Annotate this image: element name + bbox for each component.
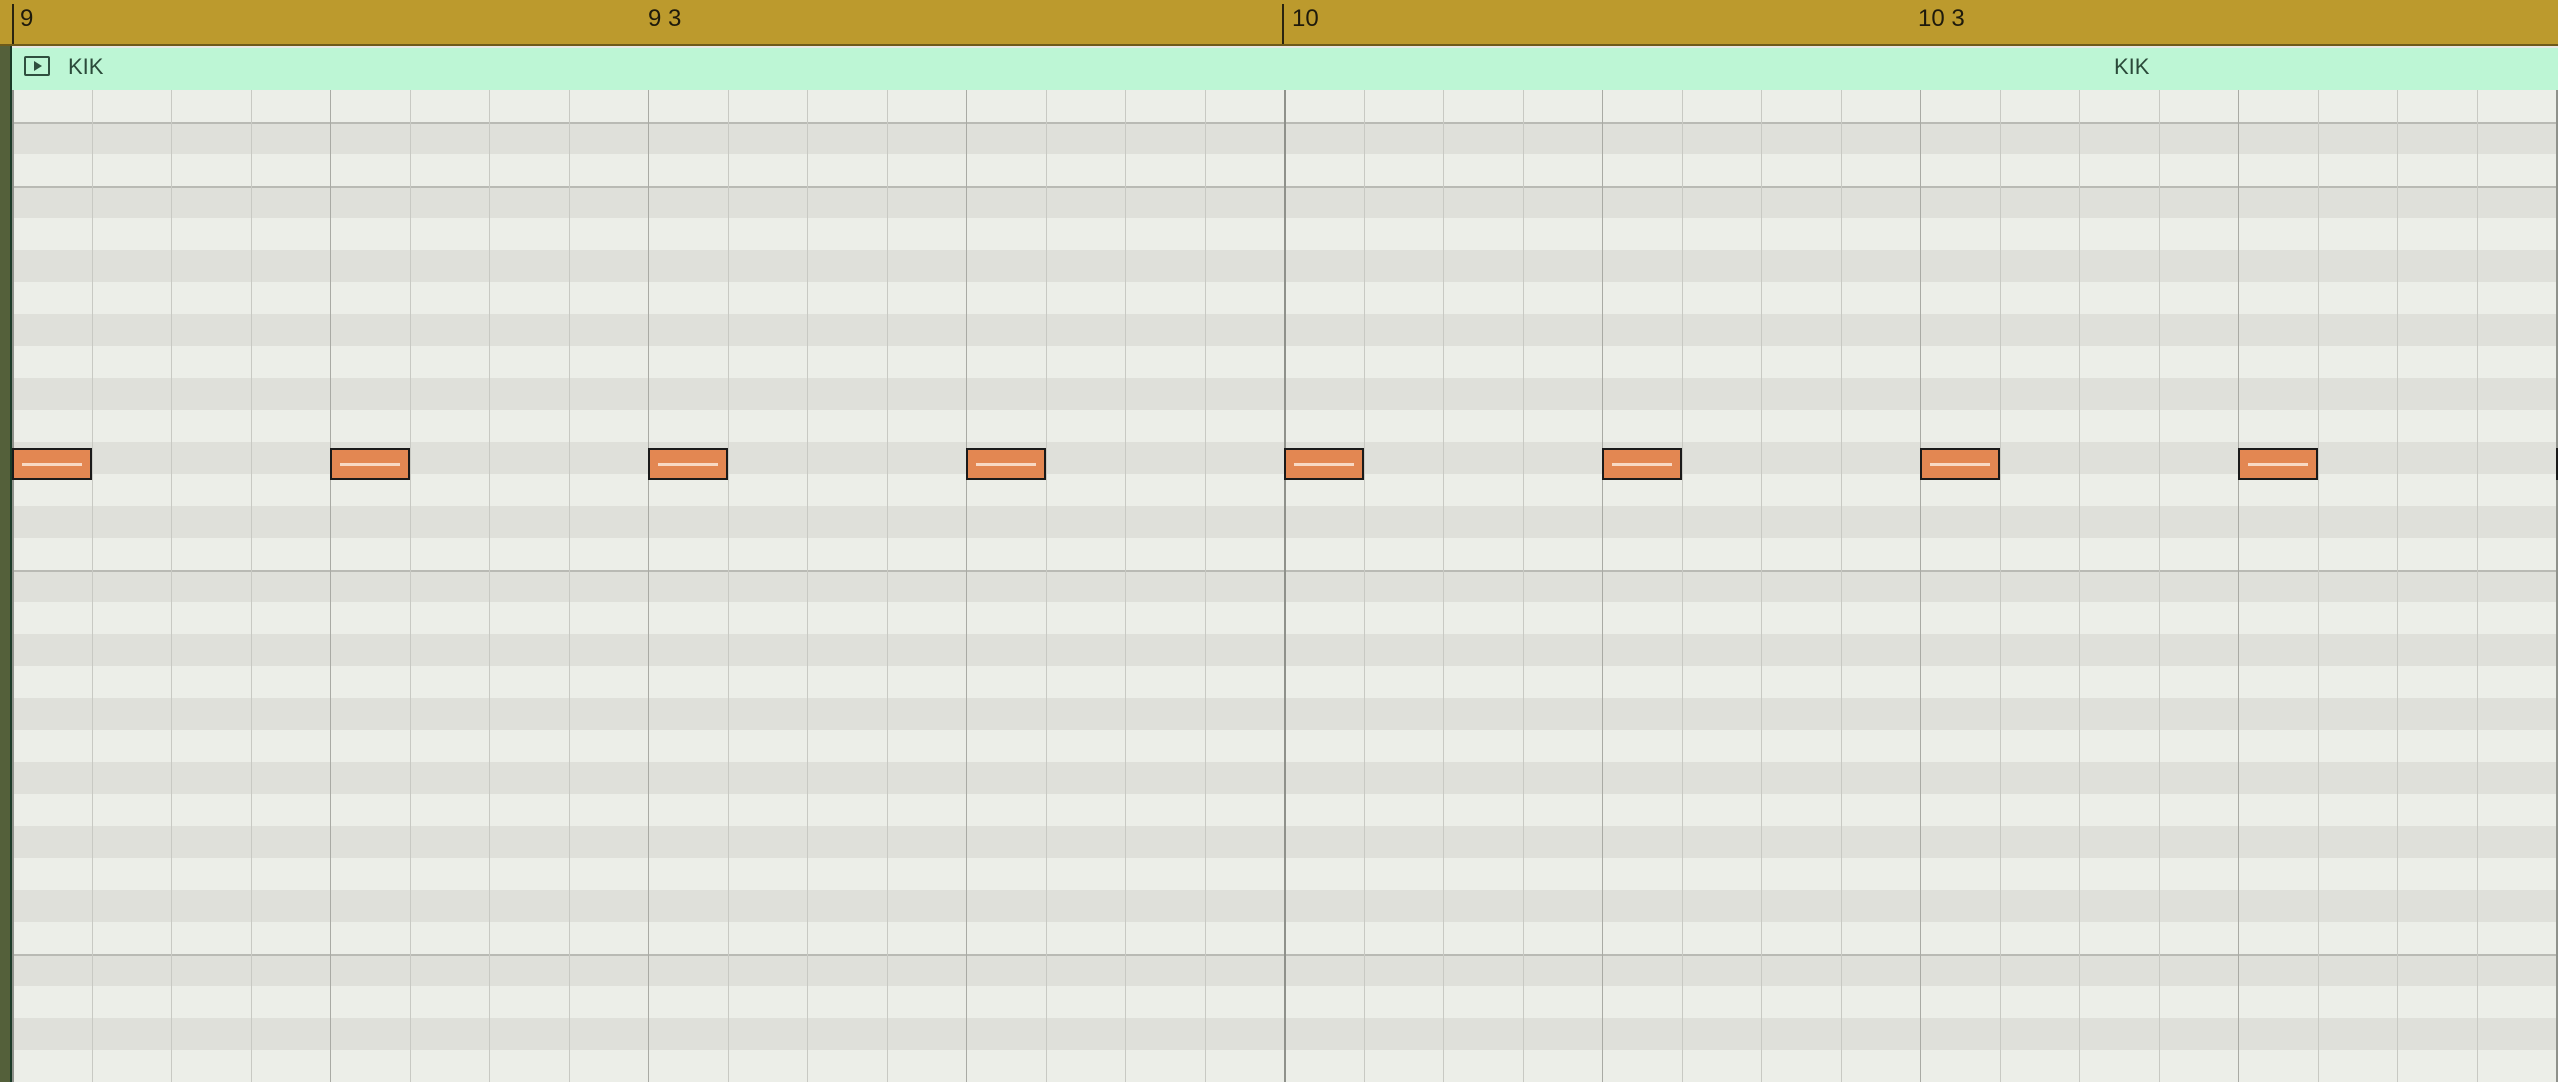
midi-note[interactable] <box>1920 448 2000 480</box>
midi-note[interactable] <box>2238 448 2318 480</box>
subdivision-line <box>410 90 411 1082</box>
subdivision-line <box>1761 90 1762 1082</box>
subdivision-line <box>1125 90 1126 1082</box>
midi-note[interactable] <box>330 448 410 480</box>
subdivision-line <box>887 90 888 1082</box>
timeline-ruler[interactable]: 9 9 3 10 10 3 <box>0 0 2558 46</box>
ruler-label-bar-9-beat-3: 9 3 <box>648 5 682 32</box>
midi-note[interactable] <box>966 448 1046 480</box>
ruler-label-bar-10-beat-3: 10 3 <box>1918 5 1965 32</box>
beat-line <box>2238 90 2239 1082</box>
beat-line <box>1602 90 1603 1082</box>
subdivision-line <box>251 90 252 1082</box>
region-left-edge[interactable] <box>0 46 12 1082</box>
beat-line <box>1920 90 1921 1082</box>
subdivision-line <box>1443 90 1444 1082</box>
subdivision-line <box>2000 90 2001 1082</box>
beat-line <box>330 90 331 1082</box>
subdivision-line <box>1523 90 1524 1082</box>
subdivision-line <box>1841 90 1842 1082</box>
subdivision-line <box>2079 90 2080 1082</box>
midi-note[interactable] <box>648 448 728 480</box>
bar-line <box>1284 90 1286 1082</box>
subdivision-line <box>569 90 570 1082</box>
subdivision-line <box>1046 90 1047 1082</box>
piano-roll-editor: 9 9 3 10 10 3 KIK KIK <box>0 0 2558 1082</box>
bar-line <box>12 90 14 1082</box>
subdivision-line <box>171 90 172 1082</box>
subdivision-line <box>728 90 729 1082</box>
subdivision-line <box>2477 90 2478 1082</box>
region-play-icon[interactable] <box>24 56 50 76</box>
subdivision-line <box>1682 90 1683 1082</box>
subdivision-line <box>489 90 490 1082</box>
subdivision-line <box>2397 90 2398 1082</box>
region-name-label-repeat: KIK <box>2114 54 2150 79</box>
midi-note[interactable] <box>1284 448 1364 480</box>
midi-note[interactable] <box>1602 448 1682 480</box>
region-name-label: KIK <box>68 54 104 79</box>
note-grid[interactable] <box>12 90 2558 1082</box>
subdivision-line <box>92 90 93 1082</box>
midi-note[interactable] <box>12 448 92 480</box>
bar-marker-10 <box>1282 4 1284 44</box>
subdivision-line <box>2159 90 2160 1082</box>
beat-line <box>648 90 649 1082</box>
ruler-label-bar-9: 9 <box>20 5 34 32</box>
beat-line <box>966 90 967 1082</box>
subdivision-line <box>2318 90 2319 1082</box>
bar-marker-9 <box>12 4 14 44</box>
subdivision-line <box>1364 90 1365 1082</box>
subdivision-line <box>807 90 808 1082</box>
subdivision-line <box>1205 90 1206 1082</box>
ruler-label-bar-10: 10 <box>1292 5 1319 32</box>
region-header-kik[interactable]: KIK KIK <box>12 48 2558 90</box>
